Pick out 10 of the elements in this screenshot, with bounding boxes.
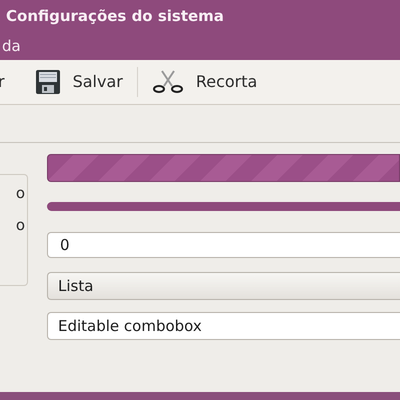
scissors-icon — [152, 69, 184, 95]
window-title: Configurações do sistema — [6, 6, 224, 27]
menu-item[interactable]: da — [0, 34, 23, 58]
tab-label: o — [16, 218, 25, 233]
tab-label: o — [16, 186, 25, 201]
number-field[interactable]: 0 — [47, 232, 400, 258]
dropdown[interactable]: Lista — [47, 272, 400, 300]
save-button[interactable]: Salvar — [34, 69, 123, 95]
cut-button[interactable]: Recorta — [152, 69, 258, 95]
combobox-field[interactable]: Editable combobox — [47, 312, 400, 340]
